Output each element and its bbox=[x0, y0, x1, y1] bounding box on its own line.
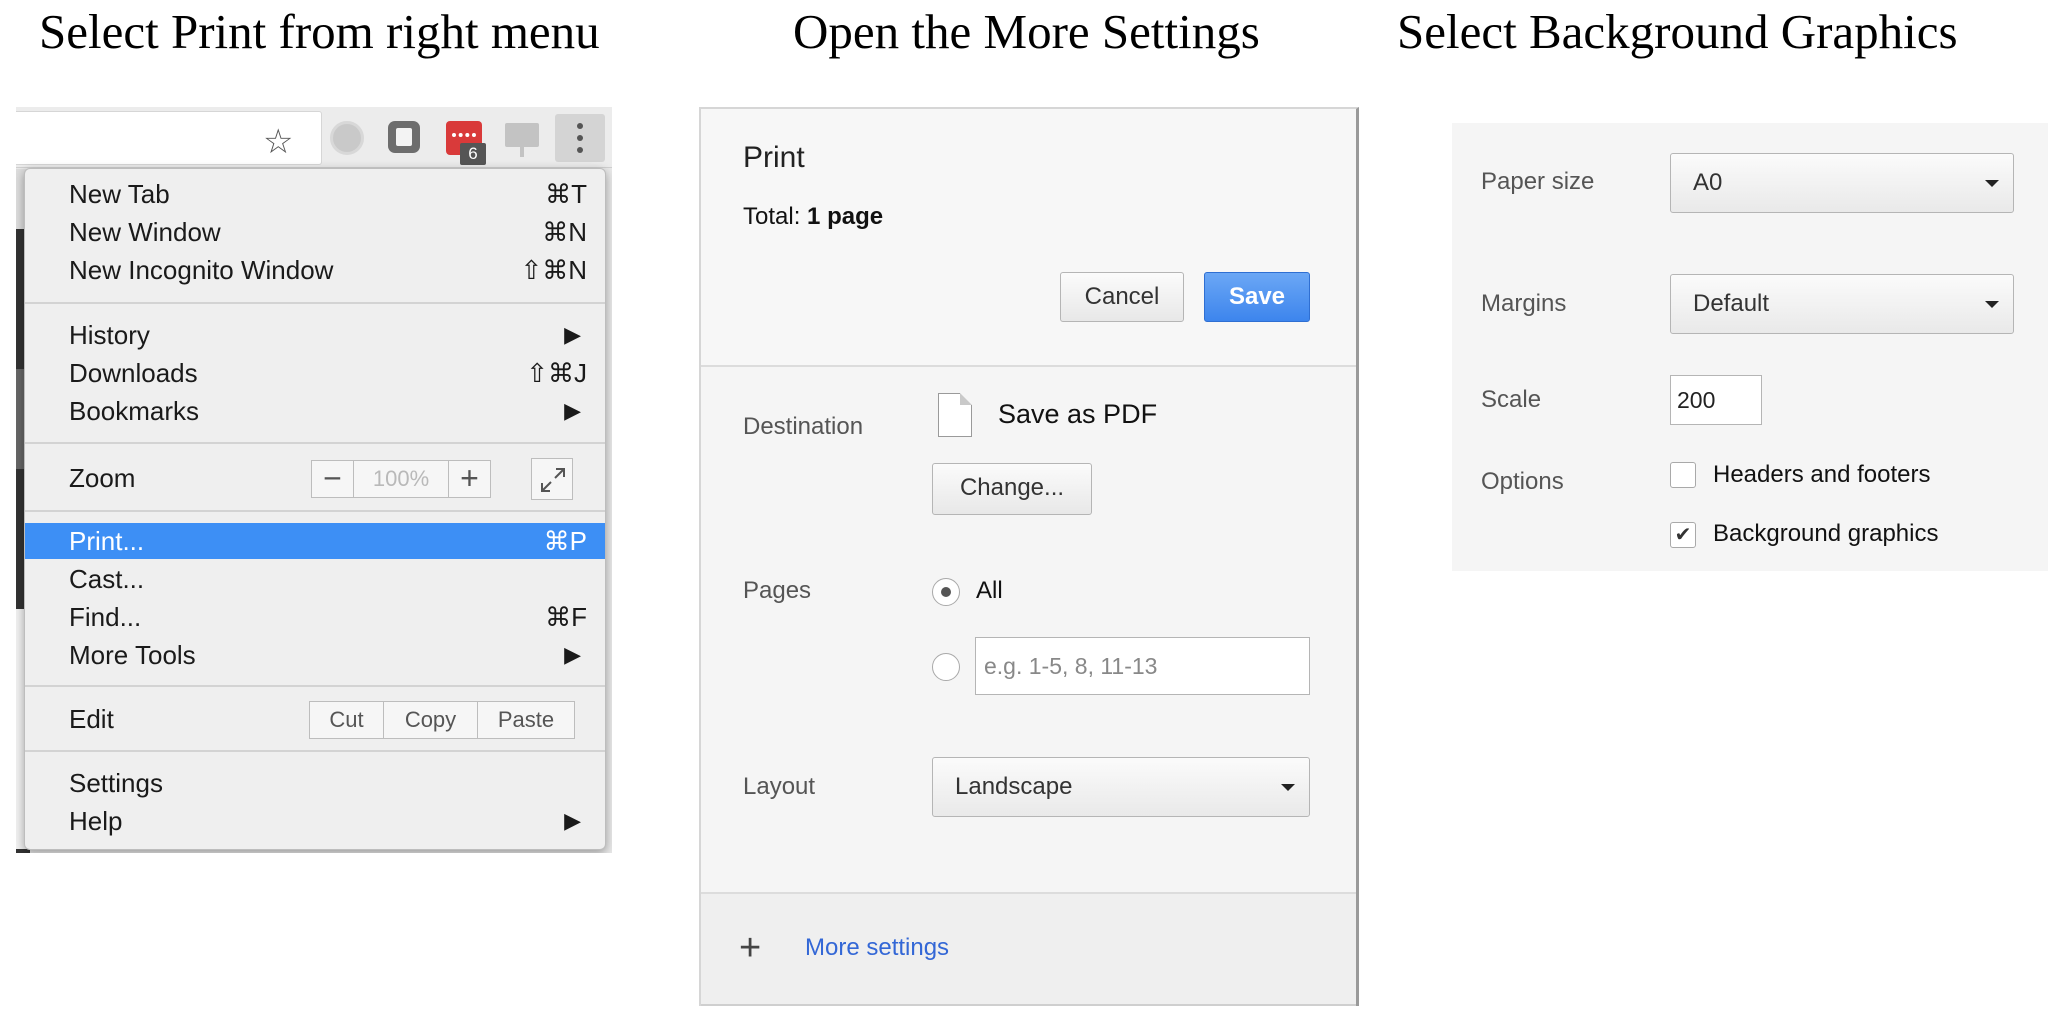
destination-label: Destination bbox=[743, 413, 864, 440]
menu-item-settings[interactable]: Settings bbox=[25, 765, 605, 801]
menu-item-downloads[interactable]: Downloads ⇧⌘J bbox=[25, 355, 605, 391]
chevron-down-icon bbox=[1281, 784, 1295, 791]
print-dialog: Print Total: 1 page Cancel Save Destinat… bbox=[699, 107, 1359, 1006]
background-graphics-checkbox[interactable]: ✔ bbox=[1670, 522, 1696, 548]
menu-divider bbox=[25, 750, 605, 752]
menu-divider bbox=[25, 510, 605, 512]
change-destination-button[interactable]: Change... bbox=[932, 463, 1092, 515]
total-pages: Total: 1 page bbox=[743, 203, 884, 230]
extension-badge: 6 bbox=[460, 143, 486, 165]
menu-item-print[interactable]: Print... ⌘P bbox=[25, 523, 605, 559]
menu-divider bbox=[25, 685, 605, 687]
paper-size-label: Paper size bbox=[1481, 168, 1595, 195]
globe-extension-icon[interactable] bbox=[330, 121, 364, 155]
menu-item-more-tools[interactable]: More Tools ▶ bbox=[25, 637, 605, 673]
pages-label: Pages bbox=[743, 577, 812, 604]
headers-footers-label: Headers and footers bbox=[1713, 461, 1931, 488]
zoom-control: − 100% + bbox=[311, 460, 491, 498]
more-settings-row[interactable] bbox=[701, 894, 1356, 1006]
chevron-down-icon bbox=[1985, 301, 1999, 308]
submenu-arrow-icon: ▶ bbox=[564, 642, 581, 667]
copy-button[interactable]: Copy bbox=[384, 702, 478, 738]
browser-toolbar: ☆ 6 bbox=[16, 107, 612, 168]
destination-value: Save as PDF bbox=[998, 399, 1158, 429]
zoom-level: 100% bbox=[372, 466, 430, 491]
step-title-print: Select Print from right menu bbox=[39, 4, 600, 59]
menu-item-new-window[interactable]: New Window ⌘N bbox=[25, 214, 605, 250]
menu-item-new-incognito[interactable]: New Incognito Window ⇧⌘N bbox=[25, 252, 605, 288]
pdf-file-icon bbox=[938, 393, 972, 437]
scale-input[interactable]: 200 bbox=[1670, 375, 1762, 425]
pages-range-input[interactable]: e.g. 1-5, 8, 11-13 bbox=[975, 637, 1310, 695]
pages-all-radio[interactable] bbox=[932, 578, 960, 606]
menu-item-help[interactable]: Help ▶ bbox=[25, 803, 605, 839]
paste-button[interactable]: Paste bbox=[478, 702, 574, 738]
submenu-arrow-icon: ▶ bbox=[564, 808, 581, 833]
layout-label: Layout bbox=[743, 773, 816, 800]
pages-custom-radio[interactable] bbox=[932, 653, 960, 681]
margins-select[interactable]: Default bbox=[1670, 274, 2014, 334]
cancel-button[interactable]: Cancel bbox=[1060, 272, 1184, 322]
menu-divider bbox=[25, 442, 605, 444]
print-options-panel: Paper size A0 Margins Default Scale 200 … bbox=[1452, 123, 2048, 571]
fullscreen-icon[interactable] bbox=[531, 458, 573, 500]
save-button[interactable]: Save bbox=[1204, 272, 1310, 322]
address-bar[interactable]: ☆ bbox=[16, 111, 322, 165]
divider bbox=[701, 1004, 1356, 1006]
chrome-menu-screenshot: ☆ 6 New Tab ⌘T New Window ⌘N New Incogni… bbox=[16, 107, 612, 853]
zoom-in-button[interactable]: + bbox=[448, 461, 490, 497]
print-dialog-title: Print bbox=[743, 141, 805, 174]
step-title-background-graphics: Select Background Graphics bbox=[1397, 4, 1958, 59]
print-dialog-header: Print Total: 1 page Cancel Save bbox=[701, 109, 1356, 367]
menu-item-cast[interactable]: Cast... bbox=[25, 561, 605, 597]
paper-size-select[interactable]: A0 bbox=[1670, 153, 2014, 213]
menu-item-new-tab[interactable]: New Tab ⌘T bbox=[25, 176, 605, 212]
layout-select[interactable]: Landscape bbox=[932, 757, 1310, 817]
menu-divider bbox=[25, 302, 605, 304]
headers-footers-checkbox[interactable] bbox=[1670, 462, 1696, 488]
menu-item-zoom: Zoom − 100% + bbox=[25, 458, 605, 500]
scale-label: Scale bbox=[1481, 386, 1542, 413]
chevron-down-icon bbox=[1985, 180, 1999, 187]
plus-icon[interactable]: + bbox=[739, 929, 761, 967]
chrome-main-menu: New Tab ⌘T New Window ⌘N New Incognito W… bbox=[24, 168, 606, 850]
cast-screen-icon[interactable] bbox=[505, 123, 539, 157]
margins-label: Margins bbox=[1481, 290, 1567, 317]
menu-item-history[interactable]: History ▶ bbox=[25, 317, 605, 353]
menu-item-edit: Edit Cut Copy Paste bbox=[25, 701, 605, 739]
cut-button[interactable]: Cut bbox=[310, 702, 384, 738]
menu-item-bookmarks[interactable]: Bookmarks ▶ bbox=[25, 393, 605, 429]
background-graphics-label: Background graphics bbox=[1713, 520, 1939, 547]
star-icon[interactable]: ☆ bbox=[263, 122, 293, 162]
note-extension-icon[interactable] bbox=[388, 121, 420, 153]
step-title-more-settings: Open the More Settings bbox=[793, 4, 1260, 59]
submenu-arrow-icon: ▶ bbox=[564, 398, 581, 423]
options-label: Options bbox=[1481, 468, 1564, 495]
more-settings-link[interactable]: More settings bbox=[805, 934, 949, 962]
edit-button-group: Cut Copy Paste bbox=[309, 701, 575, 739]
kebab-menu-icon[interactable] bbox=[555, 114, 605, 162]
pages-all-label: All bbox=[976, 577, 1003, 604]
zoom-out-button[interactable]: − bbox=[312, 461, 354, 497]
menu-item-find[interactable]: Find... ⌘F bbox=[25, 599, 605, 635]
submenu-arrow-icon: ▶ bbox=[564, 322, 581, 347]
